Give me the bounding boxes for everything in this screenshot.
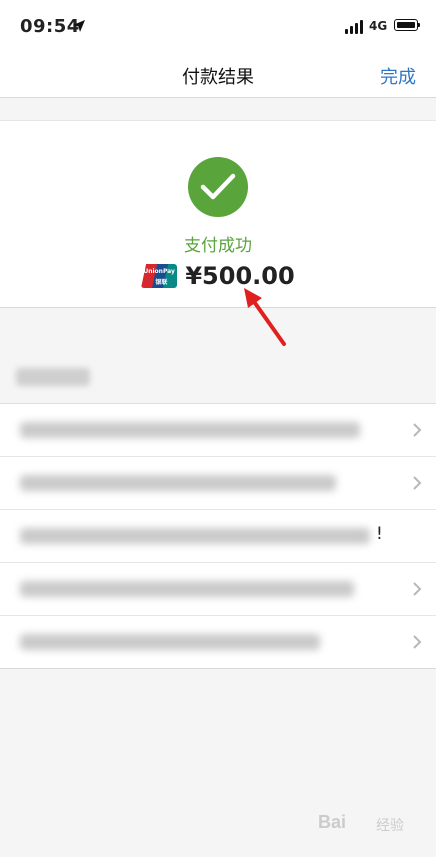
chevron-right-icon xyxy=(413,423,422,437)
list-item[interactable] xyxy=(0,404,436,457)
logo-text-cn: 银联 xyxy=(155,279,168,286)
blurred-text xyxy=(20,528,370,544)
unionpay-logo: UnionPay 银联 xyxy=(141,264,178,288)
watermark-text: Bai xyxy=(318,812,347,832)
row-trailing-text: ! xyxy=(376,524,383,544)
blurred-text xyxy=(20,475,336,491)
watermark-subtext: 经验 xyxy=(376,818,404,834)
status-bar: 09:54 4G xyxy=(0,0,436,52)
logo-text: UnionPay xyxy=(143,268,175,275)
network-type: 4G xyxy=(369,19,388,33)
chevron-right-icon xyxy=(413,635,422,649)
blurred-text xyxy=(20,581,354,597)
annotation-arrow-icon xyxy=(244,288,286,346)
list-item[interactable] xyxy=(0,616,436,669)
baidu-watermark-logo: Bai 经验 xyxy=(318,808,418,838)
location-arrow-icon xyxy=(73,20,85,32)
blurred-text xyxy=(20,634,320,650)
signal-bars-icon xyxy=(345,20,365,34)
chevron-right-icon xyxy=(413,476,422,490)
checkmark-circle-icon xyxy=(188,157,248,217)
done-button[interactable]: 完成 xyxy=(380,63,416,89)
page-title: 付款结果 xyxy=(182,67,254,88)
blurred-text xyxy=(20,422,360,438)
chevron-right-icon xyxy=(413,582,422,596)
navigation-bar: 付款结果 完成 xyxy=(0,52,436,98)
payment-status-text: 支付成功 xyxy=(184,236,252,256)
amount-row: UnionPay 银联 ¥500.00 xyxy=(0,259,436,293)
blurred-section-heading xyxy=(16,368,90,386)
list-item[interactable]: ! xyxy=(0,510,436,563)
list-item[interactable] xyxy=(0,563,436,616)
status-time: 09:54 xyxy=(20,16,80,37)
payment-result-card: 支付成功 UnionPay 银联 ¥500.00 xyxy=(0,120,436,308)
detail-list: ! xyxy=(0,403,436,669)
list-item[interactable] xyxy=(0,457,436,510)
battery-icon xyxy=(394,19,420,31)
